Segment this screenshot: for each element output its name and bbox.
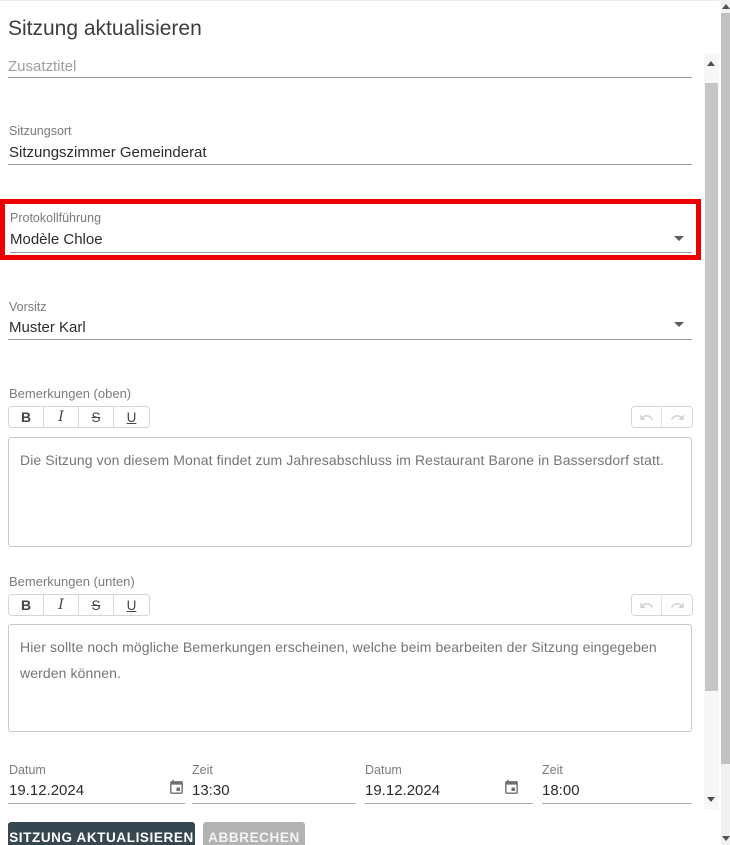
chevron-down-icon[interactable] (674, 322, 684, 327)
redo-button[interactable] (662, 407, 692, 427)
datum-ende-underline (365, 803, 533, 804)
undo-button[interactable] (632, 595, 662, 615)
protokollfuehrung-underline (10, 252, 692, 253)
vorsitz-label: Vorsitz (9, 300, 47, 314)
calendar-icon[interactable] (168, 779, 185, 796)
dialog-top-edge (0, 0, 719, 1)
datum-start-input[interactable]: 19.12.2024 (9, 782, 84, 799)
cancel-button[interactable]: ABBRECHEN (203, 822, 305, 845)
zeit-start-label: Zeit (192, 763, 213, 777)
zusatztitel-underline (8, 77, 692, 78)
strikethrough-button[interactable]: S (79, 595, 114, 615)
sitzungsort-input[interactable]: Sitzungszimmer Gemeinderat (9, 144, 207, 161)
zeit-start-input[interactable]: 13:30 (192, 782, 230, 799)
zeit-ende-label: Zeit (542, 763, 563, 777)
undo-icon (639, 410, 654, 425)
zeit-ende-underline (542, 803, 692, 804)
datum-ende-label: Datum (365, 763, 402, 777)
redo-icon (670, 598, 685, 613)
calendar-icon[interactable] (503, 779, 520, 796)
format-toolbar-unten: B I S U (8, 594, 150, 616)
italic-button[interactable]: I (44, 407, 79, 427)
bemerkungen-oben-label: Bemerkungen (oben) (9, 386, 131, 401)
vorsitz-underline (8, 339, 692, 340)
datum-ende-input[interactable]: 19.12.2024 (365, 782, 440, 799)
protokollfuehrung-select[interactable]: Modèle Chloe (10, 231, 103, 248)
annotation-highlight-box (0, 199, 701, 260)
sitzungsort-underline (8, 164, 692, 165)
scroll-down-arrow-icon[interactable] (722, 836, 730, 841)
bold-button[interactable]: B (9, 407, 44, 427)
bemerkungen-oben-editor[interactable]: Die Sitzung von diesem Monat findet zum … (8, 437, 692, 547)
protokollfuehrung-label: Protokollführung (10, 211, 101, 225)
history-toolbar-unten (631, 594, 693, 616)
page-title: Sitzung aktualisieren (8, 17, 202, 41)
bold-button[interactable]: B (9, 595, 44, 615)
sitzungsort-label: Sitzungsort (9, 124, 72, 138)
page-scrollbar-thumb[interactable] (721, 13, 730, 764)
underline-button[interactable]: U (114, 595, 149, 615)
zusatztitel-input[interactable]: Zusatztitel (8, 58, 76, 75)
dialog-scrollbar-thumb[interactable] (705, 83, 718, 691)
zeit-ende-input[interactable]: 18:00 (542, 782, 580, 799)
italic-button[interactable]: I (44, 595, 79, 615)
underline-button[interactable]: U (114, 407, 149, 427)
update-meeting-button[interactable]: SITZUNG AKTUALISIEREN (8, 822, 195, 845)
datum-start-underline (8, 803, 185, 804)
strikethrough-button[interactable]: S (79, 407, 114, 427)
zeit-start-underline (192, 803, 356, 804)
redo-button[interactable] (662, 595, 692, 615)
undo-button[interactable] (632, 407, 662, 427)
chevron-down-icon[interactable] (674, 236, 684, 241)
undo-icon (639, 598, 654, 613)
update-meeting-dialog: Sitzung aktualisieren Zusatztitel Sitzun… (0, 0, 730, 845)
bemerkungen-unten-label: Bemerkungen (unten) (9, 574, 135, 589)
scroll-up-arrow-icon[interactable] (707, 61, 715, 66)
vorsitz-select[interactable]: Muster Karl (9, 319, 86, 336)
history-toolbar-oben (631, 406, 693, 428)
scroll-down-arrow-icon[interactable] (707, 797, 715, 802)
redo-icon (670, 410, 685, 425)
format-toolbar-oben: B I S U (8, 406, 150, 428)
datum-start-label: Datum (9, 763, 46, 777)
bemerkungen-unten-editor[interactable]: Hier sollte noch mögliche Bemerkungen er… (8, 624, 692, 732)
dialog-scrollbar[interactable] (704, 53, 719, 810)
scroll-up-arrow-icon[interactable] (722, 4, 730, 9)
page-scrollbar[interactable] (721, 0, 730, 845)
